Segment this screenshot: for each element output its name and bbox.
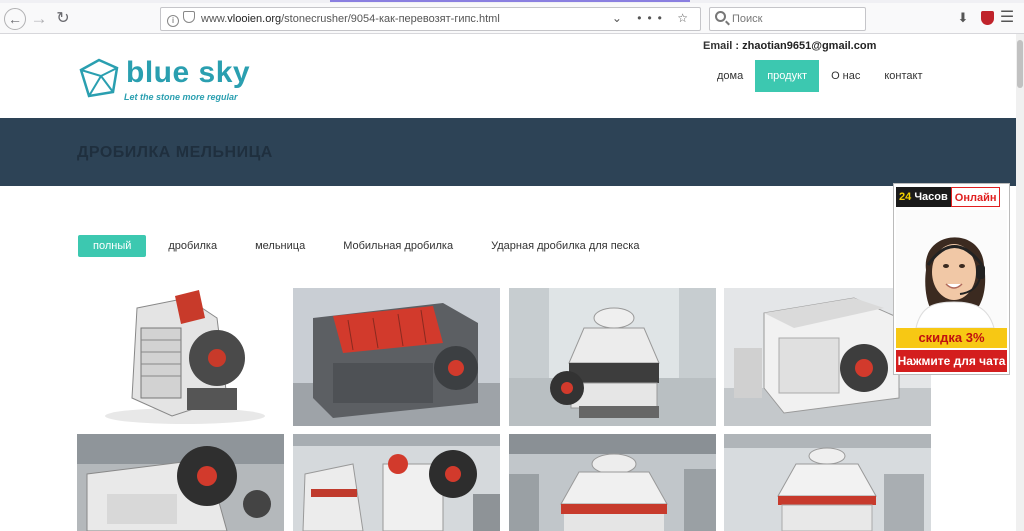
chat-discount: скидка 3% [896,328,1007,348]
product-thumb-cone-crusher-factory[interactable] [509,434,716,531]
email-address[interactable]: zhaotian9651@gmail.com [742,40,876,52]
page-title: ДРОБИЛКА МЕЛЬНИЦА [77,144,273,161]
hamburger-menu-icon[interactable]: ☰ [998,9,1016,27]
product-thumb-impact-crusher-open[interactable] [293,288,500,426]
page-scrollbar[interactable] [1016,34,1024,531]
nav-item-home[interactable]: дома [705,60,755,92]
site-header: blue sky Let the stone more regular Emai… [0,34,1016,118]
start-chat-button[interactable]: Нажмите для чата [896,350,1007,372]
ublock-icon[interactable] [978,9,996,27]
nav-item-about[interactable]: О нас [819,60,872,92]
url-path: /stonecrusher/9054-как-перевозят-гипс.ht… [281,13,500,25]
filter-sand-impact-crusher[interactable]: Ударная дробилка для песка [491,235,639,257]
tracking-shield-icon[interactable] [183,11,195,23]
email-label: Email : [703,40,740,52]
logo-icon[interactable] [77,56,121,100]
url-prefix: www. [201,13,228,25]
filter-mill[interactable]: мельница [255,235,305,257]
nav-item-contact[interactable]: контакт [872,60,934,92]
contact-email: Email : zhaotian9651@gmail.com [703,40,876,52]
product-thumb-cone-crusher-grey[interactable] [724,434,931,531]
search-box[interactable] [709,7,866,31]
product-thumb-jaw-crusher-side[interactable] [77,288,284,426]
logo-name[interactable]: blue sky [126,56,250,90]
back-icon[interactable]: ← [4,8,26,30]
page-actions-icon[interactable]: ••• [637,11,668,25]
product-thumb-cone-and-jaw-crushers[interactable] [293,434,500,531]
reload-icon[interactable]: ↻ [52,8,74,30]
main-nav: дома продукт О нас контакт [705,60,935,92]
chat-hours: 24 [899,191,912,203]
filter-crusher[interactable]: дробилка [168,235,217,257]
info-icon[interactable]: i [167,15,179,27]
product-thumb-jaw-crusher-flywheel[interactable] [77,434,284,531]
chat-hours-label: Часов [914,191,948,203]
scrollbar-thumb[interactable] [1017,40,1023,88]
downloads-icon[interactable]: ⬇ [954,9,972,27]
page-banner: ДРОБИЛКА МЕЛЬНИЦА [0,118,1016,186]
address-bar[interactable]: i www.vlooien.org/stonecrusher/9054-как-… [160,7,701,31]
logo-tagline: Let the stone more regular [124,92,238,102]
url-dropdown-icon[interactable]: ⌄ [612,11,628,25]
live-chat-widget[interactable]: 24 Часов Онлайн скидка 3% Нажмите для ча… [893,183,1010,375]
product-thumb-cone-crusher[interactable] [509,288,716,426]
url-host: vlooien.org [227,13,282,25]
filter-mobile-crusher[interactable]: Мобильная дробилка [343,235,453,257]
category-filters: полный дробилка мельница Мобильная дроби… [78,235,677,257]
chat-header: 24 Часов Онлайн [896,187,1001,207]
bookmark-star-icon[interactable]: ☆ [677,11,694,25]
search-input[interactable] [732,11,857,27]
support-agent-image [896,210,1007,328]
browser-toolbar: ← → ↻ i www.vlooien.org/stonecrusher/905… [0,3,1024,34]
url-text[interactable]: www.vlooien.org/stonecrusher/9054-как-пе… [201,13,500,25]
forward-icon[interactable]: → [28,8,50,30]
active-tab-highlight [330,0,690,2]
chat-online-label: Онлайн [950,187,1001,207]
filter-all[interactable]: полный [78,235,147,257]
search-icon [715,11,726,22]
nav-item-products[interactable]: продукт [755,60,820,92]
